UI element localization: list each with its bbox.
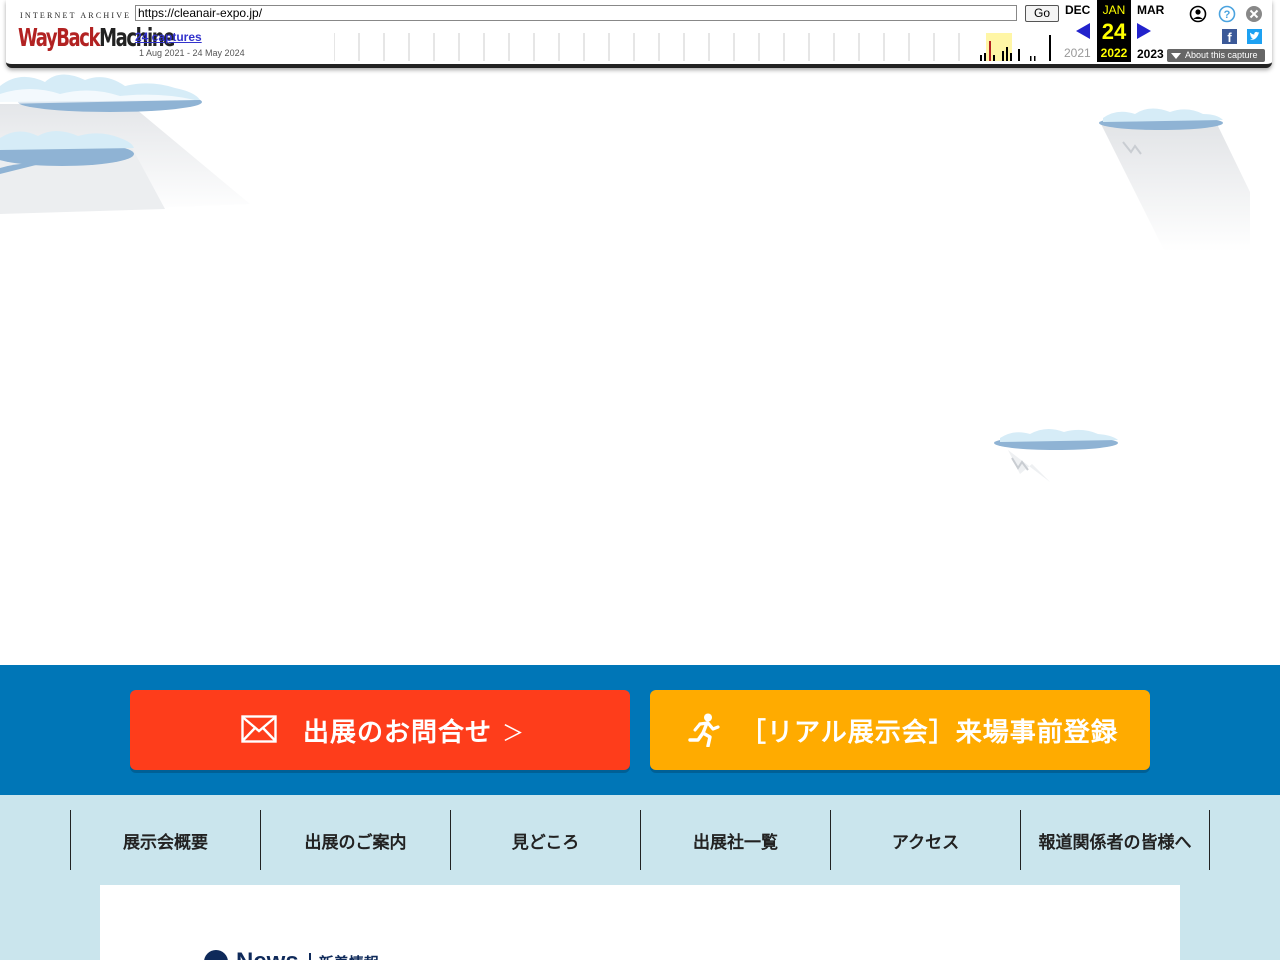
chevron-right-icon: ＞ [1098, 722, 1121, 747]
capture-sparkline[interactable] [334, 33, 1060, 61]
hero-area [0, 64, 1280, 665]
cloud-illustration-right [1099, 108, 1250, 252]
prev-year-label[interactable]: 2021 [1064, 46, 1091, 60]
chevron-right-icon: ＞ [502, 722, 525, 747]
close-icon[interactable] [1245, 5, 1263, 23]
go-button[interactable]: Go [1025, 5, 1059, 22]
nav-item-overview[interactable]: 展示会概要 [70, 810, 260, 870]
dropdown-triangle-icon [1171, 52, 1181, 59]
logo-wayback-word: WayBack [18, 22, 100, 52]
info-icon [204, 950, 228, 960]
next-year-label[interactable]: 2023 [1137, 47, 1164, 61]
nav-menu: 展示会概要 出展のご案内 見どころ 出展社一覧 アクセス 報道関係者の皆様へ [70, 810, 1211, 870]
news-panel: News 新着情報 [100, 885, 1180, 960]
nav-item-access[interactable]: アクセス [830, 810, 1020, 870]
wayback-logo[interactable]: INTERNET ARCHIVE WayBackMachine [18, 6, 175, 56]
logo-internet-archive-text: INTERNET ARCHIVE [20, 11, 132, 20]
prev-capture-arrow-icon[interactable] [1076, 23, 1090, 39]
global-navigation: 展示会概要 出展のご案内 見どころ 出展社一覧 アクセス 報道関係者の皆様へ N… [0, 795, 1280, 960]
help-icon[interactable]: ? [1218, 5, 1236, 23]
svg-text:?: ? [1224, 9, 1231, 21]
cloud-illustration-left [0, 74, 250, 214]
twitter-icon[interactable] [1247, 29, 1262, 44]
cloud-illustration-center [994, 428, 1118, 482]
contact-exhibit-button[interactable]: 出展のお問合せ ＞ [130, 690, 630, 770]
prev-month-label[interactable]: DEC [1065, 3, 1090, 17]
news-heading: News 新着情報 [204, 947, 379, 960]
current-capture-date: JAN 24 2022 [1097, 0, 1131, 62]
about-capture-label: About this capture [1185, 50, 1258, 60]
nav-item-highlights[interactable]: 見どころ [450, 810, 640, 870]
cta-band: 出展のお問合せ ＞ ［リアル展示会］来場事前登録 ＞ [0, 665, 1280, 795]
facebook-icon[interactable]: f [1222, 29, 1237, 44]
visitor-registration-label: ［リアル展示会］来場事前登録 [740, 718, 1118, 748]
running-person-icon [688, 713, 720, 747]
nav-item-exhibitor-list[interactable]: 出展社一覧 [640, 810, 830, 870]
news-subtitle: 新着情報 [319, 952, 379, 960]
next-month-label[interactable]: MAR [1137, 3, 1164, 17]
next-capture-arrow-icon[interactable] [1137, 23, 1151, 39]
wayback-toolbar: INTERNET ARCHIVE WayBackMachine https://… [6, 0, 1272, 68]
capture-date-range: 1 Aug 2021 - 24 May 2024 [139, 48, 245, 58]
heading-divider [308, 953, 311, 960]
wayback-url-input[interactable]: https://cleanair-expo.jp/ [135, 5, 1017, 21]
nav-item-press[interactable]: 報道関係者の皆様へ [1020, 810, 1210, 870]
visitor-registration-button[interactable]: ［リアル展示会］来場事前登録 ＞ [650, 690, 1150, 770]
mail-icon [241, 715, 277, 743]
news-title: News [236, 948, 299, 960]
user-icon[interactable] [1189, 5, 1207, 23]
captures-link[interactable]: 24 captures [135, 30, 202, 44]
current-day: 24 [1101, 19, 1127, 44]
nav-item-exhibit-guide[interactable]: 出展のご案内 [260, 810, 450, 870]
current-month: JAN [1102, 3, 1126, 17]
current-year: 2022 [1100, 46, 1128, 60]
about-capture-dropdown[interactable]: About this capture [1167, 49, 1265, 62]
contact-exhibit-label: 出展のお問合せ [303, 718, 493, 748]
